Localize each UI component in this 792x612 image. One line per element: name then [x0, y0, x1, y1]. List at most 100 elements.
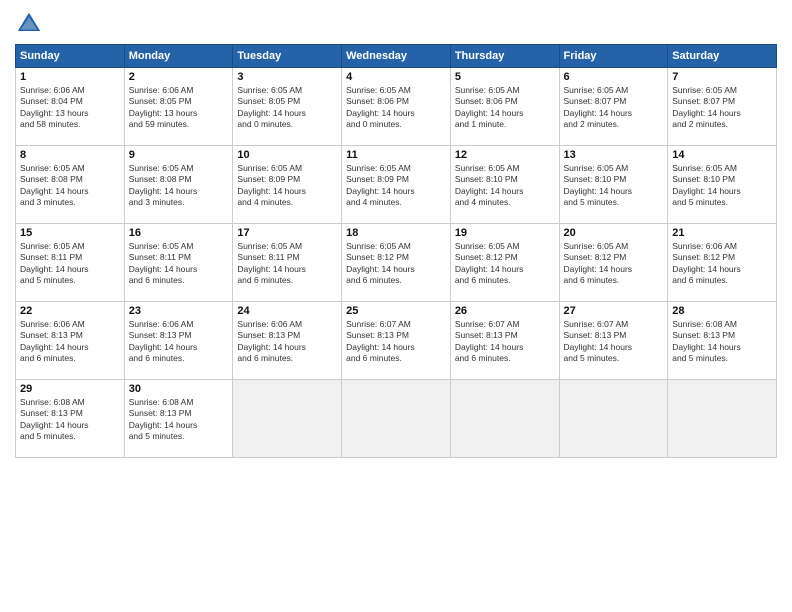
- day-cell: 7Sunrise: 6:05 AM Sunset: 8:07 PM Daylig…: [668, 68, 777, 146]
- week-row-2: 8 Sunrise: 6:05 AM Sunset: 8:08 PM Daylig…: [16, 146, 777, 224]
- header: [15, 10, 777, 38]
- day-info: Sunrise: 6:05 AM Sunset: 8:12 PM Dayligh…: [564, 241, 664, 287]
- day-number: 8: [20, 149, 120, 161]
- week-row-5: 29 Sunrise: 6:08 AM Sunset: 8:13 PM Dayli…: [16, 380, 777, 458]
- logo-icon: [15, 10, 43, 38]
- day-cell: 11 Sunrise: 6:05 AM Sunset: 8:09 PM Dayli…: [342, 146, 451, 224]
- day-cell: 3 Sunrise: 6:05 AM Sunset: 8:05 PM Daylig…: [233, 68, 342, 146]
- day-number: 20: [564, 227, 664, 239]
- week-row-4: 22 Sunrise: 6:06 AM Sunset: 8:13 PM Dayli…: [16, 302, 777, 380]
- day-info: Sunrise: 6:05 AM Sunset: 8:08 PM Dayligh…: [20, 163, 120, 209]
- day-cell: 6 Sunrise: 6:05 AM Sunset: 8:07 PM Daylig…: [559, 68, 668, 146]
- day-number: 30: [129, 383, 229, 395]
- day-cell: 16 Sunrise: 6:05 AM Sunset: 8:11 PM Dayli…: [124, 224, 233, 302]
- day-cell: 10Sunrise: 6:05 AM Sunset: 8:09 PM Dayli…: [233, 146, 342, 224]
- day-number: 29: [20, 383, 120, 395]
- day-info: Sunrise: 6:06 AM Sunset: 8:13 PM Dayligh…: [237, 319, 337, 365]
- day-number: 24: [237, 305, 337, 317]
- col-header-wednesday: Wednesday: [342, 45, 451, 68]
- calendar-table: SundayMondayTuesdayWednesdayThursdayFrid…: [15, 44, 777, 458]
- day-info: Sunrise: 6:06 AM Sunset: 8:12 PM Dayligh…: [672, 241, 772, 287]
- day-number: 13: [564, 149, 664, 161]
- day-cell: 12 Sunrise: 6:05 AM Sunset: 8:10 PM Dayli…: [450, 146, 559, 224]
- day-info: Sunrise: 6:06 AM Sunset: 8:13 PM Dayligh…: [129, 319, 229, 365]
- day-number: 7: [672, 71, 772, 83]
- day-number: 16: [129, 227, 229, 239]
- day-info: Sunrise: 6:08 AM Sunset: 8:13 PM Dayligh…: [20, 397, 120, 443]
- day-cell: 5 Sunrise: 6:05 AM Sunset: 8:06 PM Daylig…: [450, 68, 559, 146]
- day-cell: 24 Sunrise: 6:06 AM Sunset: 8:13 PM Dayli…: [233, 302, 342, 380]
- day-cell: 28 Sunrise: 6:08 AM Sunset: 8:13 PM Dayli…: [668, 302, 777, 380]
- day-info: Sunrise: 6:06 AM Sunset: 8:04 PM Dayligh…: [20, 85, 120, 131]
- day-number: 3: [237, 71, 337, 83]
- day-cell: 18 Sunrise: 6:05 AM Sunset: 8:12 PM Dayli…: [342, 224, 451, 302]
- day-info: Sunrise: 6:05 AM Sunset: 8:06 PM Dayligh…: [455, 85, 555, 131]
- day-cell: [233, 380, 342, 458]
- day-number: 28: [672, 305, 772, 317]
- day-cell: [450, 380, 559, 458]
- col-header-friday: Friday: [559, 45, 668, 68]
- day-number: 21: [672, 227, 772, 239]
- col-header-thursday: Thursday: [450, 45, 559, 68]
- day-info: Sunrise: 6:05 AM Sunset: 8:10 PM Dayligh…: [564, 163, 664, 209]
- day-number: 19: [455, 227, 555, 239]
- col-header-tuesday: Tuesday: [233, 45, 342, 68]
- day-info: Sunrise: 6:07 AM Sunset: 8:13 PM Dayligh…: [455, 319, 555, 365]
- day-cell: 13 Sunrise: 6:05 AM Sunset: 8:10 PM Dayli…: [559, 146, 668, 224]
- day-number: 27: [564, 305, 664, 317]
- day-number: 23: [129, 305, 229, 317]
- day-cell: 22 Sunrise: 6:06 AM Sunset: 8:13 PM Dayli…: [16, 302, 125, 380]
- day-info: Sunrise: 6:05 AM Sunset: 8:10 PM Dayligh…: [672, 163, 772, 209]
- day-cell: 9 Sunrise: 6:05 AM Sunset: 8:08 PM Daylig…: [124, 146, 233, 224]
- day-info: Sunrise: 6:07 AM Sunset: 8:13 PM Dayligh…: [564, 319, 664, 365]
- day-number: 22: [20, 305, 120, 317]
- day-number: 18: [346, 227, 446, 239]
- logo: [15, 10, 47, 38]
- day-cell: [668, 380, 777, 458]
- day-number: 25: [346, 305, 446, 317]
- page: SundayMondayTuesdayWednesdayThursdayFrid…: [0, 0, 792, 612]
- day-cell: 26 Sunrise: 6:07 AM Sunset: 8:13 PM Dayli…: [450, 302, 559, 380]
- day-number: 1: [20, 71, 120, 83]
- day-number: 6: [564, 71, 664, 83]
- header-row: SundayMondayTuesdayWednesdayThursdayFrid…: [16, 45, 777, 68]
- day-info: Sunrise: 6:05 AM Sunset: 8:11 PM Dayligh…: [129, 241, 229, 287]
- day-info: Sunrise: 6:05 AM Sunset: 8:10 PM Dayligh…: [455, 163, 555, 209]
- day-info: Sunrise: 6:05 AM Sunset: 8:07 PM Dayligh…: [564, 85, 664, 131]
- day-number: 26: [455, 305, 555, 317]
- day-info: Sunrise: 6:08 AM Sunset: 8:13 PM Dayligh…: [672, 319, 772, 365]
- day-info: Sunrise: 6:08 AM Sunset: 8:13 PM Dayligh…: [129, 397, 229, 443]
- day-cell: 20 Sunrise: 6:05 AM Sunset: 8:12 PM Dayli…: [559, 224, 668, 302]
- day-cell: 15Sunrise: 6:05 AM Sunset: 8:11 PM Dayli…: [16, 224, 125, 302]
- week-row-1: 1 Sunrise: 6:06 AM Sunset: 8:04 PM Daylig…: [16, 68, 777, 146]
- day-info: Sunrise: 6:05 AM Sunset: 8:09 PM Dayligh…: [346, 163, 446, 209]
- day-cell: 29 Sunrise: 6:08 AM Sunset: 8:13 PM Dayli…: [16, 380, 125, 458]
- day-cell: 30 Sunrise: 6:08 AM Sunset: 8:13 PM Dayli…: [124, 380, 233, 458]
- day-cell: 25 Sunrise: 6:07 AM Sunset: 8:13 PM Dayli…: [342, 302, 451, 380]
- day-cell: 4Sunrise: 6:05 AM Sunset: 8:06 PM Daylig…: [342, 68, 451, 146]
- day-info: Sunrise: 6:05 AM Sunset: 8:05 PM Dayligh…: [237, 85, 337, 131]
- day-info: Sunrise: 6:05 AM Sunset: 8:12 PM Dayligh…: [346, 241, 446, 287]
- col-header-monday: Monday: [124, 45, 233, 68]
- day-number: 11: [346, 149, 446, 161]
- day-cell: 27 Sunrise: 6:07 AM Sunset: 8:13 PM Dayli…: [559, 302, 668, 380]
- day-cell: 21 Sunrise: 6:06 AM Sunset: 8:12 PM Dayli…: [668, 224, 777, 302]
- day-info: Sunrise: 6:06 AM Sunset: 8:13 PM Dayligh…: [20, 319, 120, 365]
- day-number: 2: [129, 71, 229, 83]
- day-number: 9: [129, 149, 229, 161]
- day-number: 5: [455, 71, 555, 83]
- day-info: Sunrise: 6:05 AM Sunset: 8:12 PM Dayligh…: [455, 241, 555, 287]
- day-cell: [342, 380, 451, 458]
- day-number: 15: [20, 227, 120, 239]
- day-info: Sunrise: 6:07 AM Sunset: 8:13 PM Dayligh…: [346, 319, 446, 365]
- day-number: 12: [455, 149, 555, 161]
- day-cell: 17Sunrise: 6:05 AM Sunset: 8:11 PM Dayli…: [233, 224, 342, 302]
- day-cell: 8 Sunrise: 6:05 AM Sunset: 8:08 PM Daylig…: [16, 146, 125, 224]
- day-info: Sunrise: 6:05 AM Sunset: 8:08 PM Dayligh…: [129, 163, 229, 209]
- day-info: Sunrise: 6:05 AM Sunset: 8:06 PM Dayligh…: [346, 85, 446, 131]
- day-number: 17: [237, 227, 337, 239]
- col-header-saturday: Saturday: [668, 45, 777, 68]
- day-info: Sunrise: 6:05 AM Sunset: 8:09 PM Dayligh…: [237, 163, 337, 209]
- day-cell: 14 Sunrise: 6:05 AM Sunset: 8:10 PM Dayli…: [668, 146, 777, 224]
- day-number: 14: [672, 149, 772, 161]
